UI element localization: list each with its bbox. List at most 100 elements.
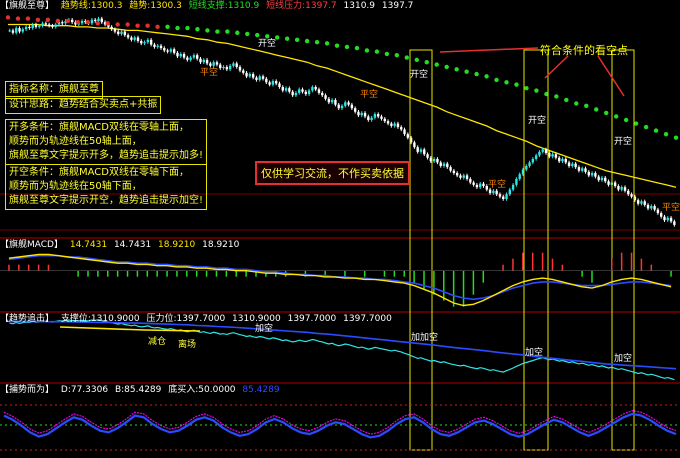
candle (34, 24, 38, 27)
candle (130, 37, 133, 40)
trend-value-5: 1397.7000 (343, 314, 392, 324)
trend-yellow-segment (59, 326, 201, 332)
trend-support: 支撑位:1310.9000 (60, 314, 140, 324)
candle (630, 194, 633, 197)
candle (525, 165, 528, 170)
candle (298, 89, 301, 93)
candle (202, 59, 205, 63)
stop-dot (613, 114, 619, 119)
stop-dot (85, 19, 90, 25)
signal-main: 开空 (614, 137, 633, 147)
candle (186, 57, 189, 60)
candle (442, 163, 446, 166)
candle (222, 66, 225, 69)
candle (432, 158, 436, 162)
stop-dot (175, 25, 180, 31)
candle (51, 25, 54, 27)
stop-dot (155, 24, 160, 30)
candle (383, 118, 386, 122)
candle (199, 58, 202, 63)
stop-dot (165, 24, 170, 30)
main-header: 【旗舰至尊】 趋势线:1300.3 趋势:1300.3 短线支撑:1310.9 … (0, 1, 417, 12)
stop-dot (484, 74, 489, 79)
candle (640, 201, 643, 204)
candle (182, 53, 186, 58)
candle (511, 184, 515, 190)
candle (636, 200, 640, 204)
candle (100, 18, 103, 23)
candle (426, 154, 429, 158)
candle (133, 37, 136, 40)
signal-trend: 加空 (525, 348, 544, 358)
stop-dot (314, 39, 320, 45)
candle (666, 217, 669, 221)
candle (189, 57, 192, 60)
candle (643, 201, 646, 205)
candle (271, 81, 275, 85)
candle (531, 158, 535, 163)
candle (179, 53, 182, 57)
stop-dot (205, 28, 210, 33)
rebound-header: 【捕势而为】 D:77.3306 B:85.4289 底买入:50.0000 8… (0, 385, 284, 396)
candle (607, 181, 610, 185)
stop-dot (374, 49, 380, 54)
candle (8, 30, 11, 32)
candle (479, 183, 482, 188)
candle (251, 74, 255, 78)
rebound-extra-value: 85.4289 (242, 385, 280, 395)
candle (482, 183, 485, 187)
candle (505, 194, 508, 199)
candle (557, 157, 561, 162)
candle (400, 127, 403, 130)
candle (228, 65, 232, 70)
candle (544, 149, 548, 154)
stop-dot (215, 29, 220, 34)
candle (61, 22, 64, 24)
candle (551, 154, 554, 157)
candle (235, 63, 238, 67)
macd-title: 【旗舰MACD】 (0, 240, 63, 250)
candle (97, 18, 100, 21)
candle (455, 173, 459, 176)
stop-dot (394, 52, 400, 58)
candle (416, 147, 419, 152)
candle (515, 178, 518, 185)
candle (475, 184, 479, 188)
stop-dot (564, 97, 569, 103)
candle (406, 134, 410, 138)
signal-main: 开空 (258, 39, 277, 49)
rebound-b-value: B:85.4289 (114, 385, 162, 395)
candle (120, 31, 123, 34)
rebound-d-value: D:77.3306 (60, 385, 109, 395)
stop-dot (424, 60, 429, 65)
candle (205, 59, 209, 64)
stop-dot (574, 101, 579, 106)
rebound-base-value: 底买入:50.0000 (168, 385, 236, 395)
candle (571, 163, 574, 166)
candle (581, 168, 584, 171)
candle (373, 114, 377, 118)
stop-dot (245, 31, 250, 37)
candle (669, 217, 673, 222)
stop-dot (604, 110, 609, 116)
candle (54, 24, 57, 27)
candle (518, 174, 521, 179)
stop-dot (514, 82, 519, 87)
stop-dot (75, 19, 80, 25)
stop-dot (384, 51, 390, 57)
stop-dot (5, 15, 11, 20)
candle (673, 221, 676, 225)
signal-main: 平空 (360, 90, 379, 100)
stop-dot (334, 43, 340, 48)
candle (70, 19, 74, 23)
stop-dot (364, 48, 370, 53)
stop-dot (35, 17, 41, 22)
candle (136, 37, 140, 42)
stop-dot (284, 36, 290, 41)
macd-value-2: 14.7431 (113, 240, 152, 250)
callout-label: 符合条件的看空点 (540, 42, 628, 58)
candle (567, 162, 571, 166)
disclaimer-box: 仅供学习交流，不作买卖依据 (255, 161, 410, 185)
trend-resistance: 压力位:1397.7000 (146, 314, 226, 324)
candle (597, 176, 600, 181)
